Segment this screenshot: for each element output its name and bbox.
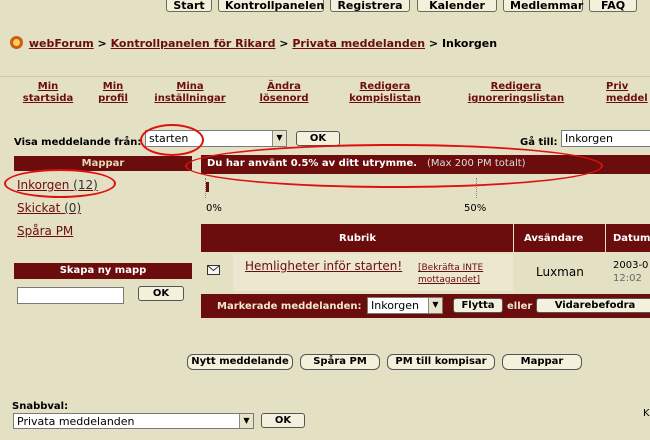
action-label: Markerade meddelanden: [217, 301, 362, 312]
usage-meter [205, 178, 650, 198]
breadcrumb-current: Inkorgen [441, 37, 498, 50]
quick-select[interactable]: Privata meddelanden ▼ [13, 413, 254, 429]
filter-ok-button[interactable]: OK [296, 131, 340, 146]
move-button[interactable]: Flytta [453, 298, 503, 313]
folder-skickat[interactable]: Skickat (0) [17, 201, 81, 215]
subnav-privata-meddelanden[interactable]: Priv meddel [606, 81, 650, 105]
forward-button[interactable]: Vidarebefodra [536, 298, 650, 313]
message-date: 2003-0 [613, 260, 649, 271]
breadcrumb: webForum > Kontrollpanelen för Rikard > … [10, 36, 497, 50]
chevron-down-icon: ▼ [428, 298, 442, 313]
topnav-medlemmar[interactable]: Medlemmar [503, 0, 583, 12]
subnav: Min startsida Min profil Mina inställningar… [0, 76, 650, 109]
row-sender-cell: Luxman [515, 254, 605, 291]
action-or: eller [507, 301, 533, 312]
message-subject-link[interactable]: Hemligheter inför starten! [245, 259, 402, 273]
usage-text: Du har använt 0.5% av ditt utrymme. [207, 158, 418, 169]
confirm-receipt-link[interactable]: [Bekräfta INTE mottagandet] [418, 262, 508, 286]
usage-midline [476, 178, 477, 198]
action-bar: Markerade meddelanden: Inkorgen ▼ Flytta… [201, 294, 650, 318]
breadcrumb-kontrollpanelen[interactable]: Kontrollpanelen för Rikard [111, 37, 276, 50]
new-folder-input[interactable] [17, 287, 124, 304]
usage-bar: Du har använt 0.5% av ditt utrymme. (Max… [201, 155, 650, 174]
table-row[interactable]: Hemligheter inför starten! [Bekräfta INT… [201, 254, 650, 291]
topnav-faq[interactable]: FAQ [589, 0, 637, 12]
topnav-kalender[interactable]: Kalender [417, 0, 497, 12]
header-datum[interactable]: Datum [613, 233, 650, 244]
quick-right-text: K [643, 408, 650, 419]
folders-button[interactable]: Mappar [502, 354, 582, 370]
header-rubrik[interactable]: Rubrik [339, 233, 376, 244]
breadcrumb-separator: > [97, 37, 107, 50]
action-folder-select[interactable]: Inkorgen ▼ [367, 297, 443, 314]
breadcrumb-privata-meddelanden[interactable]: Privata meddelanden [292, 37, 425, 50]
subnav-mina-installningar[interactable]: Mina inställningar [152, 81, 228, 105]
message-time: 12:02 [613, 273, 642, 284]
pm-to-friends-button[interactable]: PM till kompisar [387, 354, 495, 370]
chevron-down-icon: ▼ [239, 414, 253, 428]
folders-header: Mappar [14, 156, 192, 171]
filter-label: Visa meddelande från: [14, 137, 142, 148]
usage-fill [206, 182, 209, 192]
quick-ok-button[interactable]: OK [261, 413, 305, 428]
subnav-min-profil[interactable]: Min profil [88, 81, 138, 105]
breadcrumb-separator: > [279, 37, 289, 50]
row-date-cell: 2003-0 12:02 [607, 254, 650, 291]
row-subject-cell: Hemligheter inför starten! [Bekräfta INT… [233, 254, 513, 291]
subnav-redigera-ignoreringslistan[interactable]: Redigera ignoreringslistan [464, 81, 568, 105]
table-header: Rubrik Avsändare Datum [201, 224, 650, 252]
topnav-start[interactable]: Start [166, 0, 212, 12]
topnav-registrera[interactable]: Registrera [330, 0, 410, 12]
subnav-andra-losenord[interactable]: Ändra lösenord [254, 81, 314, 105]
message-sender: Luxman [536, 265, 584, 279]
topnav-kontrollpanelen[interactable]: Kontrollpanelen [218, 0, 324, 12]
usage-tick-50: 50% [464, 203, 487, 214]
goto-label: Gå till: [520, 137, 558, 148]
breadcrumb-webforum[interactable]: webForum [29, 37, 94, 50]
subnav-redigera-kompislistan[interactable]: Redigera kompislistan [343, 81, 427, 105]
usage-tick-0: 0% [206, 203, 222, 214]
new-folder-header: Skapa ny mapp [14, 263, 192, 279]
usage-max: (Max 200 PM totalt) [427, 158, 526, 169]
breadcrumb-separator: > [428, 37, 439, 50]
header-avsandare[interactable]: Avsändare [524, 233, 583, 244]
new-folder-ok-button[interactable]: OK [138, 286, 184, 301]
track-pm-button[interactable]: Spåra PM [300, 354, 380, 370]
chevron-down-icon: ▼ [272, 131, 286, 146]
subnav-min-startsida[interactable]: Min startsida [20, 81, 76, 105]
quick-label: Snabbval: [12, 401, 69, 412]
goto-select[interactable]: Inkorgen [561, 130, 650, 147]
folder-spara-pm[interactable]: Spåra PM [17, 224, 73, 238]
envelope-icon [207, 265, 220, 275]
folder-inkorgen[interactable]: Inkorgen (12) [17, 178, 98, 192]
row-icon-cell [201, 254, 231, 291]
forum-logo-icon [10, 36, 23, 49]
new-message-button[interactable]: Nytt meddelande [187, 354, 293, 370]
filter-select[interactable]: starten ▼ [145, 130, 287, 147]
